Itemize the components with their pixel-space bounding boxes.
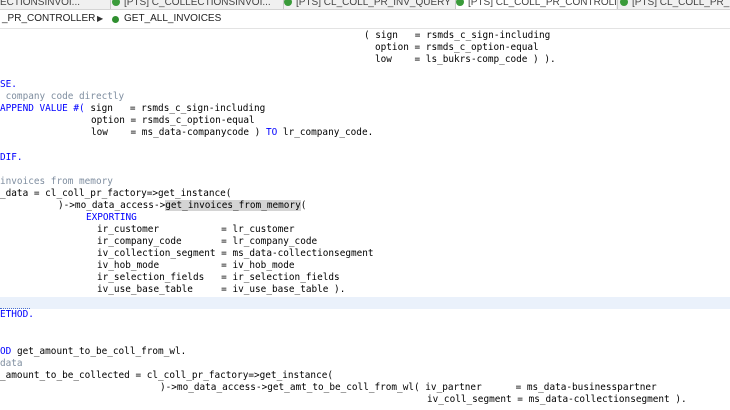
code-line: ir_customer = lr_customer [97,224,295,235]
code-line: iv_coll_segment = ms_data-collectionsegm… [427,394,687,405]
code-line: ETHOD. [0,309,34,320]
method-call-highlight: get_invoices_from_memory [165,200,301,211]
code-line: iv_collection_segment = ms_data-collecti… [97,248,374,259]
code-line: ir_selection_fields = ir_selection_field… [97,272,340,283]
code-line: _amount_to_be_collected = cl_coll_pr_fac… [0,370,334,381]
current-line-highlight [0,297,730,309]
code-line: low = ls_bukrs-comp_code ) ). [375,54,556,65]
code-line: iv_use_base_table = iv_use_base_table ). [97,284,346,295]
code-comment: invoices from memory [0,176,113,187]
code-line: _data = cl_coll_pr_factory=>get_instance… [0,188,232,199]
code-editor[interactable]: ( sign = rsmds_c_sign-including option =… [0,0,730,410]
code-line: iv_hob_mode = iv_hob_mode [97,260,295,271]
code-line: low = ms_data-companycode ) TO lr_compan… [91,127,374,138]
code-line: APPEND VALUE #( sign = rsmds_c_sign-incl… [0,103,266,114]
code-line: data [0,358,23,369]
code-line: )->mo_data_access->get_amt_to_be_coll_fr… [160,382,657,393]
code-line: ( sign = rsmds_c_sign-including [364,30,551,41]
code-comment: company code directly [0,91,125,102]
code-line: SE. [0,79,17,90]
code-line: OD get_amount_to_be_coll_from_wl. [0,346,187,357]
code-line: DIF. [0,152,23,163]
code-line: ir_company_code = lr_company_code [97,236,318,247]
code-line: option = rsmds_c_option-equal [91,115,255,126]
code-line: option = rsmds_c_option-equal [375,42,539,53]
code-line: EXPORTING [86,212,137,223]
code-line: )->mo_data_access->get_invoices_from_mem… [58,200,307,211]
